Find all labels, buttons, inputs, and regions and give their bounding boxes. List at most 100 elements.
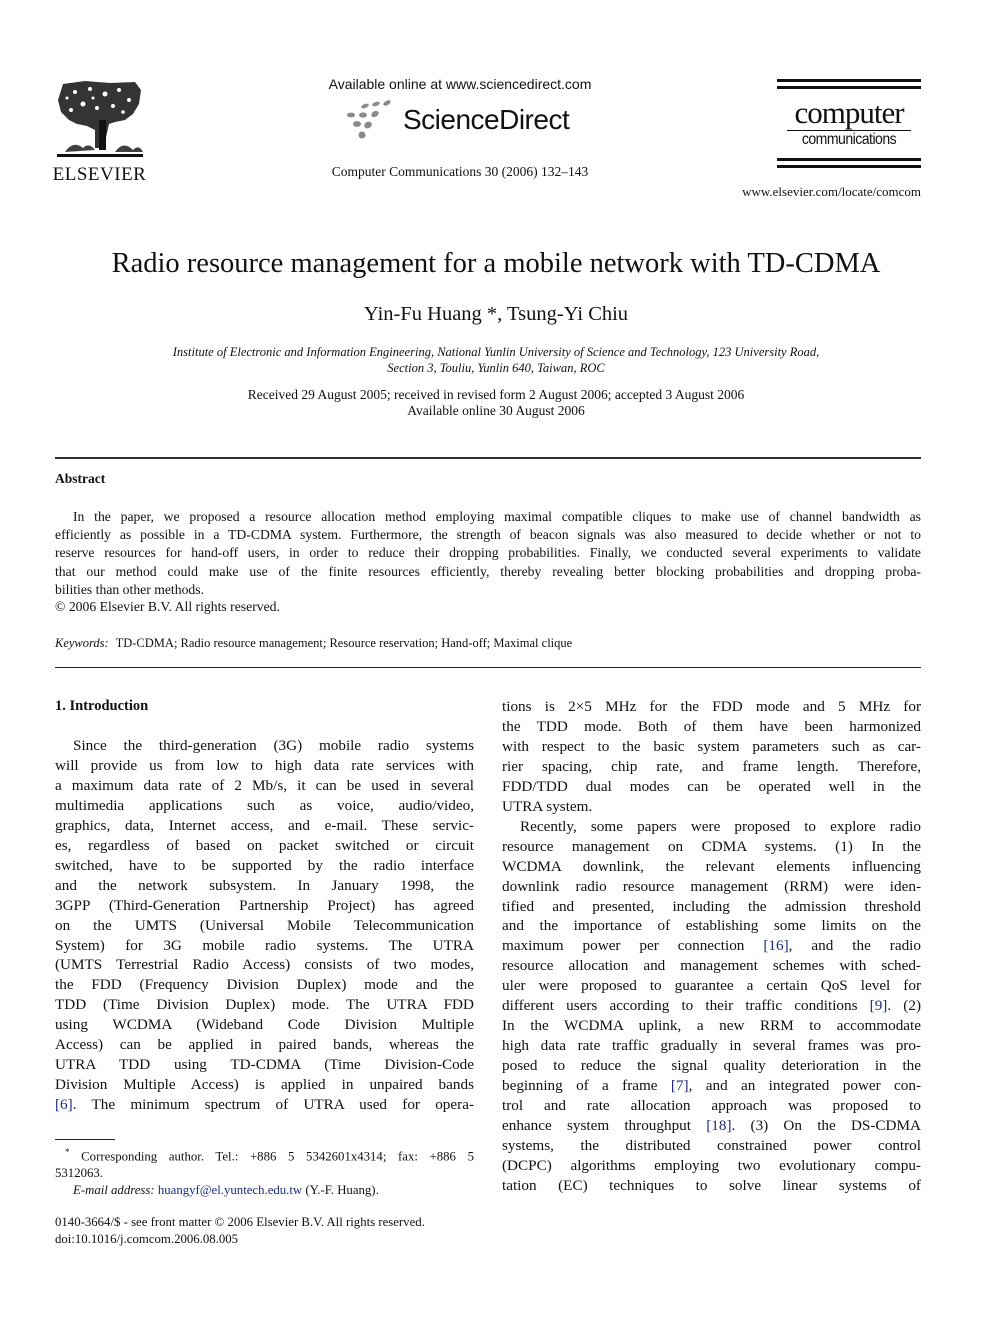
section-heading-introduction: 1. Introduction <box>55 698 149 714</box>
publisher-name: ELSEVIER <box>52 164 147 185</box>
citation-link-9[interactable]: [9] <box>870 997 888 1014</box>
author-email-link[interactable]: huangyf@el.yuntech.edu.tw <box>158 1183 302 1197</box>
journal-logo-line2: communications <box>801 131 897 148</box>
body-line: UTRA system. <box>502 797 593 815</box>
email-label: E-mail address: <box>73 1183 155 1198</box>
logo-bar-top-2 <box>777 86 921 89</box>
body-line: systems, the distributed constrained pow… <box>502 1136 921 1154</box>
body-line: tified and presented, including the admi… <box>502 897 921 915</box>
body-text: beginning of a frame <box>502 1077 671 1095</box>
body-line: tation (EC) techniques to solve linear s… <box>502 1176 921 1194</box>
footnote-marker: * <box>65 1147 70 1157</box>
body-line: es, regardless of based on packet switch… <box>55 836 474 854</box>
sciencedirect-logo: ScienceDirect <box>343 100 583 144</box>
body-line: beginning of a frame [7], and an integra… <box>502 1076 921 1096</box>
body-line: multimedia applications such as voice, a… <box>55 796 474 814</box>
journal-logo: computer communications <box>777 79 921 168</box>
body-line: uler were proposed to guarantee a certai… <box>502 977 921 995</box>
body-line: high data rate traffic gradually in seve… <box>502 1037 921 1055</box>
available-date: Available online 30 August 2006 <box>407 403 585 418</box>
body-line: rier spacing, chip rate, and frame lengt… <box>502 757 921 775</box>
abstract-line: that our method could make use of the fi… <box>55 563 921 579</box>
sciencedirect-dots-icon <box>347 100 391 139</box>
front-matter: 0140-3664/$ - see front matter © 2006 El… <box>55 1214 485 1248</box>
body-line: with respect to the basic system paramet… <box>502 737 921 755</box>
elsevier-tree-icon <box>57 81 143 157</box>
citation-link-18[interactable]: [18] <box>706 1117 731 1134</box>
abstract-line: In the paper, we proposed a resource all… <box>73 509 921 524</box>
body-line: will provide us from low to high data ra… <box>55 756 474 774</box>
doi[interactable]: doi:10.1016/j.comcom.2006.08.005 <box>55 1231 485 1248</box>
affiliation-line: Section 3, Touliu, Yunlin 640, Taiwan, R… <box>387 361 605 375</box>
body-line: (DCPC) algorithms employing two evolutio… <box>502 1156 921 1174</box>
body-line: resource management on CDMA systems. (1)… <box>502 837 921 855</box>
abstract-line: bilities than other methods. <box>55 581 205 597</box>
logo-bar-bottom-2 <box>777 165 921 168</box>
body-line: the TDD mode. Both of them have been har… <box>502 717 921 735</box>
keywords-label: Keywords: <box>55 636 109 650</box>
body-line: resource allocation and management schem… <box>502 957 921 975</box>
available-online-text[interactable]: Available online at www.sciencedirect.co… <box>300 76 620 92</box>
keywords: Keywords: TD-CDMA; Radio resource manage… <box>55 636 921 651</box>
body-line: trol and rate allocation approach was pr… <box>502 1097 921 1115</box>
body-line: UTRA TDD using TD-CDMA (Time Division-Co… <box>55 1056 474 1074</box>
divider-bottom <box>55 667 921 668</box>
introduction-left-column: Since the third-generation (3G) mobile r… <box>55 736 474 1115</box>
body-text: , and the radio <box>788 937 921 955</box>
abstract-heading: Abstract <box>55 471 106 486</box>
logo-bar-top <box>777 79 921 82</box>
body-line: FDD/TDD dual modes can be operated well … <box>502 777 921 795</box>
body-line: a maximum data rate of 2 Mb/s, it can be… <box>55 776 474 794</box>
body-text: different users according to their traff… <box>502 997 870 1015</box>
introduction-right-column: tions is 2×5 MHz for the FDD mode and 5 … <box>502 697 921 1196</box>
body-line: TDD (Time Division Duplex) mode. The UTR… <box>55 996 474 1014</box>
body-text: enhance system throughput <box>502 1117 707 1135</box>
abstract-line: reserve resources for hand-off users, in… <box>55 545 921 561</box>
body-line: and the network subsystem. In January 19… <box>55 876 474 894</box>
body-line: (UMTS Terrestrial Radio Access) consists… <box>55 956 474 974</box>
body-line: and the importance of establishing some … <box>502 917 921 935</box>
body-text: . (3) On the DS-CDMA <box>731 1117 921 1135</box>
authors: Yin-Fu Huang *, Tsung-Yi Chiu <box>363 303 629 325</box>
body-line: maximum power per connection [16], and t… <box>502 936 921 956</box>
body-line: System) for 3G mobile radio systems. The… <box>55 936 474 954</box>
body-line: switched, have to be supported by the ra… <box>55 856 474 874</box>
citation-link-7[interactable]: [7] <box>671 1077 689 1094</box>
paper-title: Radio resource management for a mobile n… <box>111 248 881 279</box>
article-dates: Received 29 August 2005; received in rev… <box>60 387 932 419</box>
footnote-line: 5312063. <box>55 1166 103 1181</box>
footnote-email-line: E-mail address: huangyf@el.yuntech.edu.t… <box>55 1182 474 1199</box>
body-line: Division Multiple Access) is applied in … <box>55 1076 474 1094</box>
body-line: Recently, some papers were proposed to e… <box>520 817 921 835</box>
body-text: maximum power per connection <box>502 937 764 955</box>
body-line: WCDMA downlink, the relevant elements in… <box>502 857 921 875</box>
footnote-rule <box>55 1139 115 1140</box>
affiliation-line: Institute of Electronic and Information … <box>172 345 820 359</box>
journal-url[interactable]: www.elsevier.com/locate/comcom <box>700 184 921 200</box>
body-line: different users according to their traff… <box>502 996 921 1016</box>
email-suffix: (Y.-F. Huang). <box>302 1183 379 1198</box>
body-line: on the UMTS (Universal Mobile Telecommun… <box>55 916 474 934</box>
footnote-line: * Corresponding author. Tel.: +886 5 534… <box>55 1144 474 1165</box>
journal-citation: Computer Communications 30 (2006) 132–14… <box>331 164 589 179</box>
elsevier-logo: ELSEVIER <box>52 80 147 185</box>
abstract-body: In the paper, we proposed a resource all… <box>55 508 921 599</box>
divider-top <box>55 457 921 459</box>
body-text: . The minimum spectrum of UTRA used for … <box>72 1096 474 1114</box>
citation-link-6[interactable]: [6] <box>55 1096 73 1113</box>
sciencedirect-wordmark: ScienceDirect <box>403 104 570 135</box>
footnote-text: Corresponding author. Tel.: +886 5 53426… <box>81 1149 474 1164</box>
body-line: [6]. The minimum spectrum of UTRA used f… <box>55 1095 474 1115</box>
received-dates: Received 29 August 2005; received in rev… <box>247 387 745 402</box>
issn-line: 0140-3664/$ - see front matter © 2006 El… <box>55 1215 425 1229</box>
body-line: enhance system throughput [18]. (3) On t… <box>502 1116 921 1136</box>
body-line: graphics, data, Internet access, and e-m… <box>55 816 474 834</box>
body-text: . (2) <box>887 997 921 1015</box>
body-line: In the WCDMA uplink, a new RRM to accomm… <box>502 1017 921 1035</box>
affiliation: Institute of Electronic and Information … <box>60 344 932 376</box>
body-line: posed to reduce the signal quality deter… <box>502 1057 921 1075</box>
body-line: downlink radio resource management (RRM)… <box>502 877 921 895</box>
abstract-copyright: © 2006 Elsevier B.V. All rights reserved… <box>55 599 280 614</box>
citation-link-16[interactable]: [16] <box>763 937 788 954</box>
body-line: tions is 2×5 MHz for the FDD mode and 5 … <box>502 698 921 715</box>
